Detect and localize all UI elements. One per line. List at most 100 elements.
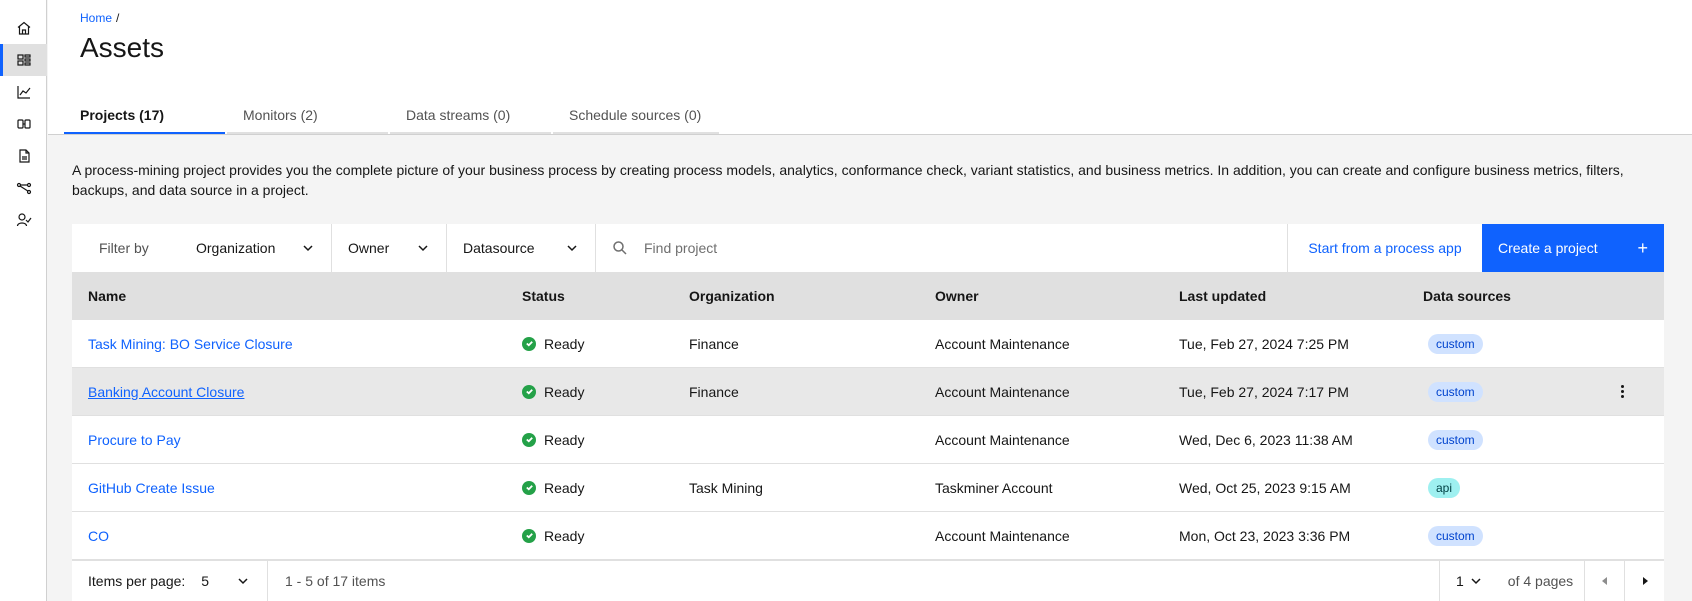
data-source-tag: custom [1428, 333, 1483, 354]
items-range-text: 1 - 5 of 17 items [285, 573, 386, 589]
table-row[interactable]: Task Mining: BO Service Closure Ready Fi… [72, 320, 1664, 368]
tab-monitors[interactable]: Monitors (2) [227, 100, 388, 134]
checkmark-icon [522, 336, 536, 351]
column-header-organization[interactable]: Organization [689, 288, 935, 304]
previous-page-button[interactable] [1584, 560, 1624, 601]
data-source-tag: custom [1428, 525, 1483, 546]
page-title: Assets [80, 32, 165, 63]
nav-home[interactable] [0, 12, 47, 44]
project-name-link[interactable]: GitHub Create Issue [88, 480, 215, 496]
breadcrumb-separator: / [116, 11, 120, 25]
tab-data-streams[interactable]: Data streams (0) [390, 100, 551, 134]
organization-dropdown-label: Organization [196, 240, 276, 256]
assets-icon [16, 54, 31, 66]
nav-analytics[interactable] [0, 76, 47, 108]
last-updated-cell: Tue, Feb 27, 2024 7:17 PM [1179, 383, 1349, 400]
items-per-page-select[interactable]: 5 [197, 573, 249, 589]
total-pages-text: of 4 pages [1507, 573, 1574, 589]
column-header-last-updated[interactable]: Last updated [1179, 288, 1423, 304]
owner-dropdown[interactable]: Owner [332, 224, 447, 272]
page-select[interactable]: 1 [1456, 573, 1482, 589]
compare-icon [16, 119, 31, 129]
status-cell: Ready [522, 528, 689, 544]
checkmark-icon [522, 432, 536, 447]
last-updated-cell: Tue, Feb 27, 2024 7:25 PM [1179, 335, 1349, 352]
projects-table: Name Status Organization Owner Last upda… [72, 272, 1664, 560]
nav-documents[interactable] [0, 140, 47, 172]
current-page-value: 1 [1456, 573, 1464, 589]
chevron-down-icon [238, 578, 248, 585]
search-bar [596, 224, 1288, 272]
column-header-owner[interactable]: Owner [935, 288, 1179, 304]
organization-cell: Task Mining [689, 479, 763, 496]
data-source-tag: api [1428, 477, 1461, 498]
table-toolbar: Filter by Organization Owner Datasource … [72, 224, 1664, 272]
owner-cell: Account Maintenance [935, 335, 1070, 352]
caret-left-icon [1601, 577, 1607, 585]
analytics-icon [16, 86, 30, 99]
status-text: Ready [544, 335, 585, 352]
owner-cell: Taskminer Account [935, 479, 1053, 496]
filter-by-label: Filter by [99, 240, 149, 256]
datasource-dropdown[interactable]: Datasource [447, 224, 596, 272]
project-name-link[interactable]: Task Mining: BO Service Closure [88, 336, 293, 352]
column-header-status[interactable]: Status [522, 288, 689, 304]
add-icon: + [1637, 237, 1648, 258]
organization-cell: Finance [689, 383, 739, 400]
table-row[interactable]: Procure to Pay Ready Account Maintenance… [72, 416, 1664, 464]
chevron-down-icon [303, 245, 313, 252]
document-icon [18, 149, 30, 163]
owner-cell: Account Maintenance [935, 527, 1070, 544]
checkmark-icon [522, 480, 536, 495]
status-text: Ready [544, 479, 585, 496]
project-name-link[interactable]: Procure to Pay [88, 432, 181, 448]
tab-projects[interactable]: Projects (17) [64, 100, 225, 134]
table-row[interactable]: Banking Account Closure Ready Finance Ac… [72, 368, 1664, 416]
checkmark-icon [522, 528, 536, 543]
organization-dropdown[interactable]: Organization [180, 224, 332, 272]
breadcrumb: Home / [80, 11, 119, 25]
items-per-page: Items per page: 5 [72, 560, 268, 601]
user-access-icon [16, 213, 31, 227]
status-cell: Ready [522, 480, 689, 496]
datasource-dropdown-label: Datasource [463, 240, 535, 256]
status-text: Ready [544, 383, 585, 400]
owner-cell: Account Maintenance [935, 431, 1070, 448]
status-cell: Ready [522, 384, 689, 400]
breadcrumb-home-link[interactable]: Home [80, 11, 112, 25]
column-header-name[interactable]: Name [72, 288, 522, 304]
projects-description: A process-mining project provides you th… [72, 162, 1624, 198]
checkmark-icon [522, 384, 536, 399]
next-page-button[interactable] [1624, 560, 1664, 601]
nav-user-access[interactable] [0, 204, 47, 236]
overflow-menu-icon[interactable] [1614, 383, 1630, 399]
home-icon [17, 21, 30, 35]
table-header: Name Status Organization Owner Last upda… [72, 272, 1664, 320]
tab-schedule-sources[interactable]: Schedule sources (0) [553, 100, 719, 134]
page-select-group: 1 of 4 pages [1439, 560, 1584, 601]
chevron-down-icon [418, 245, 428, 252]
pagination-bar: Items per page: 5 1 - 5 of 17 items 1 of… [72, 560, 1664, 601]
organization-cell: Finance [689, 335, 739, 352]
side-nav-rail [0, 0, 47, 601]
nav-workflow[interactable] [0, 172, 47, 204]
last-updated-cell: Wed, Oct 25, 2023 9:15 AM [1179, 479, 1351, 496]
nav-assets[interactable] [0, 44, 47, 76]
status-cell: Ready [522, 336, 689, 352]
start-from-process-app-button[interactable]: Start from a process app [1288, 224, 1482, 272]
chevron-down-icon [567, 245, 577, 252]
page-header: Home / Assets Projects (17) Monitors (2)… [48, 0, 1692, 135]
project-name-link[interactable]: CO [88, 528, 109, 544]
items-per-page-value: 5 [201, 573, 210, 589]
data-source-tag: custom [1428, 429, 1483, 450]
project-name-link[interactable]: Banking Account Closure [88, 384, 244, 400]
create-project-label: Create a project [1498, 240, 1598, 256]
table-row[interactable]: CO Ready Account Maintenance Mon, Oct 23… [72, 512, 1664, 560]
column-header-data-sources[interactable]: Data sources [1423, 288, 1664, 304]
create-project-button[interactable]: Create a project + [1482, 224, 1664, 272]
search-input[interactable] [644, 240, 1204, 256]
table-row[interactable]: GitHub Create Issue Ready Task Mining Ta… [72, 464, 1664, 512]
nav-compare[interactable] [0, 108, 47, 140]
caret-right-icon [1642, 577, 1648, 585]
last-updated-cell: Mon, Oct 23, 2023 3:36 PM [1179, 527, 1351, 544]
